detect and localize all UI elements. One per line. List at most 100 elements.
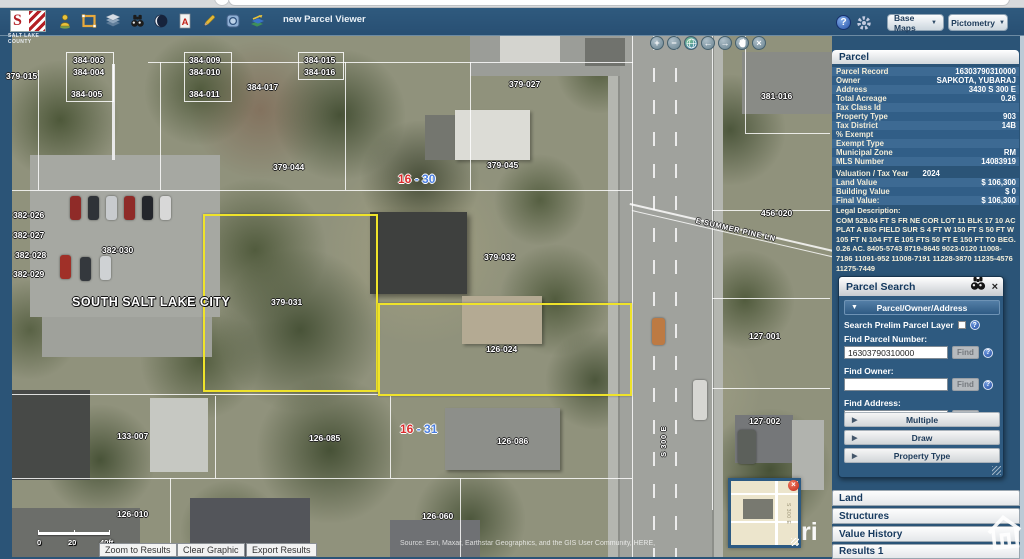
parcel-attribute-table: Parcel Record16303790310000 OwnerSAPKOTA…: [832, 67, 1019, 166]
prelim-layer-checkbox[interactable]: [958, 321, 966, 329]
question-help-icon[interactable]: ?: [983, 348, 993, 358]
select-extent-icon[interactable]: [80, 12, 98, 30]
parcel-search-title: Parcel Search: [846, 281, 968, 293]
parked-car: [80, 257, 91, 281]
clear-graphic-button[interactable]: Clear Graphic: [177, 543, 245, 557]
arrow-left-glyph: ←: [704, 38, 713, 48]
table-row: OwnerSAPKOTA, YUBARAJ: [832, 76, 1019, 85]
base-maps-button[interactable]: Base Maps ▼: [887, 14, 944, 31]
header-toolbar: A: [56, 12, 266, 32]
parcel-line: [712, 388, 830, 389]
full-extent-globe-icon[interactable]: [684, 36, 698, 50]
parcel-line: [712, 298, 830, 299]
accordion-parcel-owner-address[interactable]: ▼ Parcel/Owner/Address: [844, 300, 1000, 315]
help-glyph: ?: [840, 17, 846, 28]
parked-car: [160, 196, 171, 220]
question-help-icon[interactable]: ?: [970, 320, 980, 330]
parked-car: [70, 196, 81, 220]
parcel-line: [215, 396, 216, 478]
overview-resize-handle[interactable]: [791, 538, 799, 546]
row-value: 14083919: [981, 157, 1016, 166]
parcel-number-input[interactable]: [844, 346, 948, 359]
table-row: Property Type903: [832, 112, 1019, 121]
help-icon[interactable]: ?: [836, 15, 851, 30]
parked-car: [142, 196, 153, 220]
close-glyph: ×: [756, 38, 761, 48]
map-export-icon[interactable]: [248, 12, 266, 30]
owner-input[interactable]: [844, 378, 948, 391]
parcel-search-header[interactable]: Parcel Search ×: [839, 277, 1003, 296]
find-parcel-number-label: Find Parcel Number:: [844, 334, 1000, 344]
parcel-line: [12, 190, 632, 191]
sidebar-item-label: Land: [839, 493, 863, 504]
export-results-button[interactable]: Export Results: [246, 543, 317, 557]
valuation-year: 2024: [923, 169, 940, 178]
deactivate-tool-icon[interactable]: ×: [752, 36, 766, 50]
zoom-to-results-button[interactable]: Zoom to Results: [99, 543, 177, 557]
row-value: $ 0: [1005, 187, 1016, 196]
overview-map[interactable]: S 300 E ×: [728, 478, 801, 548]
row-label: Municipal Zone: [836, 148, 893, 157]
chevron-right-icon: ▶: [852, 434, 857, 442]
zoom-in-icon[interactable]: +: [650, 36, 664, 50]
parcel-label-box: [184, 52, 232, 102]
previous-extent-icon[interactable]: ←: [701, 36, 715, 50]
find-parcel-button[interactable]: Find: [952, 346, 979, 359]
truck-on-road: [693, 380, 707, 420]
building-roof: [390, 520, 480, 557]
logo-caption: SALT LAKE COUNTY: [8, 33, 50, 45]
overview-extent-box[interactable]: [743, 499, 773, 519]
parcel-label-box: [66, 52, 114, 102]
table-row: Tax District14B: [832, 121, 1019, 130]
pictometry-label: Pictometry: [951, 18, 995, 28]
parcel-line: [345, 62, 346, 190]
row-value: $ 106,300: [981, 196, 1016, 205]
identify-icon[interactable]: [56, 12, 74, 30]
chevron-down-icon: ▼: [931, 20, 937, 26]
table-row: MLS Number14083919: [832, 157, 1019, 166]
panel-resize-handle[interactable]: [992, 466, 1001, 475]
parcel-line: [460, 478, 461, 557]
map-canvas[interactable]: [12, 36, 832, 557]
table-row: Exempt Type: [832, 139, 1019, 148]
browser-chrome-strip: [0, 0, 1024, 8]
sidebar-item-land[interactable]: Land: [832, 490, 1020, 506]
pan-hand-icon[interactable]: [735, 36, 749, 50]
base-maps-label: Base Maps: [894, 13, 927, 33]
row-label: Final Value:: [836, 196, 879, 205]
row-value: 0.26: [1001, 94, 1016, 103]
valuation-header: Valuation / Tax Year 2024: [836, 169, 940, 178]
row-value: SAPKOTA, YUBARAJ: [937, 76, 1016, 85]
legal-description: Legal Description: COM 529.04 FT S FR NE…: [836, 206, 1018, 273]
export-pdf-icon[interactable]: A: [176, 12, 194, 30]
question-help-icon[interactable]: ?: [983, 380, 993, 390]
table-row: % Exempt: [832, 130, 1019, 139]
parcel-line: [12, 478, 632, 479]
close-icon[interactable]: ×: [992, 281, 998, 293]
building-roof: [742, 52, 832, 114]
find-owner-button[interactable]: Find: [952, 378, 979, 391]
parcel-viewer-app: S SALT LAKE COUNTY A: [0, 0, 1024, 559]
accordion-property-type[interactable]: ▶ Property Type: [844, 448, 1000, 463]
parcel-line: [745, 36, 746, 133]
layers-icon[interactable]: [104, 12, 122, 30]
zoom-out-icon[interactable]: −: [667, 36, 681, 50]
draw-pencil-icon[interactable]: [200, 12, 218, 30]
accordion-multiple[interactable]: ▶ Multiple: [844, 412, 1000, 427]
gear-icon[interactable]: [856, 15, 872, 31]
parcel-line: [712, 36, 713, 510]
parked-car: [106, 196, 117, 220]
accordion-draw[interactable]: ▶ Draw: [844, 430, 1000, 445]
zoom-out-glyph: −: [671, 38, 676, 48]
accordion-label: Draw: [912, 433, 933, 443]
buffer-icon[interactable]: [224, 12, 242, 30]
locate-icon[interactable]: [152, 12, 170, 30]
selected-parcel-outline: [378, 303, 632, 396]
search-binoculars-icon[interactable]: [128, 12, 146, 30]
overview-close-icon[interactable]: ×: [788, 480, 799, 491]
row-label: Address: [836, 85, 867, 94]
car-on-road: [652, 318, 665, 345]
pictometry-button[interactable]: Pictometry ▼: [948, 14, 1008, 31]
sidewalk: [714, 36, 723, 557]
next-extent-icon[interactable]: →: [718, 36, 732, 50]
